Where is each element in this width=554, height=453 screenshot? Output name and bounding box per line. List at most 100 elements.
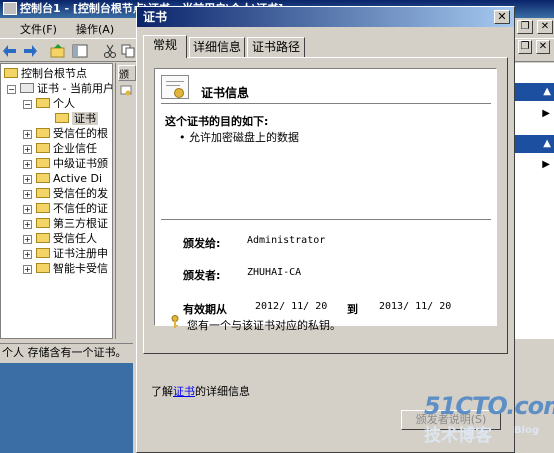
up-folder-icon[interactable] bbox=[50, 43, 66, 59]
collapse-toggle[interactable]: − bbox=[23, 100, 32, 109]
expand-toggle[interactable]: + bbox=[23, 145, 32, 154]
tree-label: 中级证书颁 bbox=[53, 157, 108, 170]
expand-toggle[interactable]: + bbox=[23, 175, 32, 184]
show-hide-tree-icon[interactable] bbox=[72, 43, 88, 59]
folder-icon bbox=[36, 248, 50, 258]
certificate-icon bbox=[161, 75, 189, 99]
purpose-heading: 这个证书的目的如下: bbox=[165, 115, 269, 128]
console-tree: 控制台根节点 − 证书 - 当前用户 − 个人 证书 + 受信任的根 + 企业信任 + 中级证… bbox=[0, 63, 113, 339]
folder-icon bbox=[36, 203, 50, 213]
tree-node-store-item[interactable]: + 智能卡受信 bbox=[23, 262, 108, 276]
folder-icon bbox=[36, 143, 50, 153]
tree-node-store-item[interactable]: + 受信任的发 bbox=[23, 187, 108, 201]
tab-general[interactable]: 常规 bbox=[143, 35, 187, 58]
issued-by-value: ZHUHAI-CA bbox=[247, 267, 302, 278]
tree-node-console-root[interactable]: 控制台根节点 bbox=[4, 67, 87, 81]
forward-arrow-icon[interactable] bbox=[22, 43, 38, 59]
mmc-status-bar: 个人 存储含有一个证书。 bbox=[0, 343, 133, 361]
expand-toggle[interactable]: + bbox=[23, 160, 32, 169]
cert-info-heading: 证书信息 bbox=[201, 86, 250, 100]
column-header-issued[interactable]: 颁 bbox=[118, 65, 136, 81]
tree-node-store-item[interactable]: + 不信任的证 bbox=[23, 202, 108, 216]
issued-to-value: Administrator bbox=[247, 235, 326, 246]
certificate-dialog: 证书 ✕ 常规 详细信息 证书路径 证书信息 这个证书的目的如下: • 允许加密… bbox=[136, 6, 515, 453]
restore-button[interactable]: ❐ bbox=[517, 20, 533, 34]
expand-toggle[interactable]: + bbox=[23, 190, 32, 199]
more-actions-arrow-icon[interactable]: ▶ bbox=[542, 108, 550, 119]
expand-toggle[interactable]: + bbox=[23, 250, 32, 259]
child-close-button[interactable]: ✕ bbox=[536, 40, 550, 54]
folder-icon bbox=[36, 233, 50, 243]
expand-toggle[interactable]: + bbox=[23, 220, 32, 229]
child-restore-button[interactable]: ❐ bbox=[518, 40, 532, 54]
actions-collapse-bar-2[interactable]: ▲ bbox=[514, 135, 554, 153]
more-actions-arrow-icon-2[interactable]: ▶ bbox=[542, 159, 550, 170]
expand-toggle[interactable]: + bbox=[23, 205, 32, 214]
actions-pane: ▲ ▶ ▲ ▶ bbox=[513, 63, 554, 339]
console-icon bbox=[3, 2, 17, 15]
desktop-area bbox=[0, 363, 133, 453]
dialog-close-button[interactable]: ✕ bbox=[494, 10, 510, 24]
learn-cert-link[interactable]: 证书 bbox=[173, 385, 195, 398]
tree-node-store-item[interactable]: + 受信任的根 bbox=[23, 127, 108, 141]
menu-action[interactable]: 操作(A) bbox=[76, 21, 114, 37]
tree-label: 不信任的证 bbox=[53, 202, 108, 215]
key-icon bbox=[171, 315, 179, 328]
tab-details[interactable]: 详细信息 bbox=[189, 37, 245, 57]
folder-icon bbox=[36, 173, 50, 183]
tree-label: 企业信任 bbox=[53, 142, 97, 155]
folder-icon bbox=[36, 188, 50, 198]
tree-node-personal-certs[interactable]: 证书 bbox=[55, 112, 98, 126]
to-label: 到 bbox=[347, 303, 358, 316]
tree-node-personal[interactable]: − 个人 bbox=[23, 97, 75, 111]
learn-prefix: 了解 bbox=[151, 385, 173, 398]
certificate-store-icon bbox=[20, 83, 34, 93]
folder-icon bbox=[36, 128, 50, 138]
tree-node-store-item[interactable]: + Active Di bbox=[23, 172, 102, 186]
folder-icon bbox=[36, 98, 50, 108]
tree-label: 受信任的发 bbox=[53, 187, 108, 200]
tree-label: Active Di bbox=[53, 172, 103, 185]
purpose-item: • 允许加密磁盘上的数据 bbox=[179, 131, 299, 144]
issued-by-label: 颁发者: bbox=[183, 269, 221, 282]
results-pane-header: 颁 bbox=[115, 63, 137, 339]
tree-label: 控制台根节点 bbox=[21, 67, 87, 80]
tree-node-cert-store[interactable]: − 证书 - 当前用户 bbox=[7, 82, 113, 96]
expand-toggle[interactable]: + bbox=[23, 235, 32, 244]
actions-collapse-bar[interactable]: ▲ bbox=[514, 83, 554, 101]
tab-cert-path[interactable]: 证书路径 bbox=[247, 37, 305, 57]
copy-icon[interactable] bbox=[120, 43, 136, 59]
folder-icon bbox=[36, 263, 50, 273]
menu-file[interactable]: 文件(F) bbox=[20, 21, 57, 37]
dialog-title-bar: 证书 ✕ bbox=[137, 7, 514, 27]
tree-label: 受信任的根 bbox=[53, 127, 108, 140]
valid-from-value: 2012/ 11/ 20 bbox=[255, 301, 328, 312]
cut-icon[interactable] bbox=[102, 43, 118, 59]
close-button[interactable]: ✕ bbox=[537, 20, 553, 34]
validity-label: 有效期从 bbox=[183, 303, 227, 316]
certificate-icon bbox=[120, 85, 132, 96]
tree-node-store-item[interactable]: + 证书注册申 bbox=[23, 247, 108, 261]
learn-more: 了解证书的详细信息 bbox=[151, 383, 250, 399]
collapse-toggle[interactable]: − bbox=[7, 85, 16, 94]
tree-node-store-item[interactable]: + 企业信任 bbox=[23, 142, 97, 156]
dialog-title: 证书 bbox=[143, 10, 168, 24]
valid-to-value: 2013/ 11/ 20 bbox=[379, 301, 452, 312]
tree-label: 证书 - 当前用户 bbox=[37, 82, 113, 95]
back-arrow-icon[interactable] bbox=[2, 43, 18, 59]
expand-toggle[interactable]: + bbox=[23, 130, 32, 139]
tree-node-store-item[interactable]: + 中级证书颁 bbox=[23, 157, 108, 171]
certificate-info-panel: 证书信息 这个证书的目的如下: • 允许加密磁盘上的数据 颁发给: Admini… bbox=[154, 68, 497, 332]
divider bbox=[161, 219, 491, 221]
expand-toggle[interactable]: + bbox=[23, 265, 32, 274]
general-tab-panel: 证书信息 这个证书的目的如下: • 允许加密磁盘上的数据 颁发给: Admini… bbox=[143, 57, 508, 430]
folder-icon bbox=[36, 218, 50, 228]
tree-label: 智能卡受信 bbox=[53, 262, 108, 275]
watermark-tag: 技术博客 bbox=[424, 426, 492, 446]
tree-label: 个人 bbox=[53, 97, 75, 110]
folder-icon bbox=[36, 158, 50, 168]
tree-node-store-item[interactable]: + 受信任人 bbox=[23, 232, 97, 246]
tree-label: 证书注册申 bbox=[53, 247, 108, 260]
divider bbox=[161, 103, 491, 105]
tree-node-store-item[interactable]: + 第三方根证 bbox=[23, 217, 108, 231]
